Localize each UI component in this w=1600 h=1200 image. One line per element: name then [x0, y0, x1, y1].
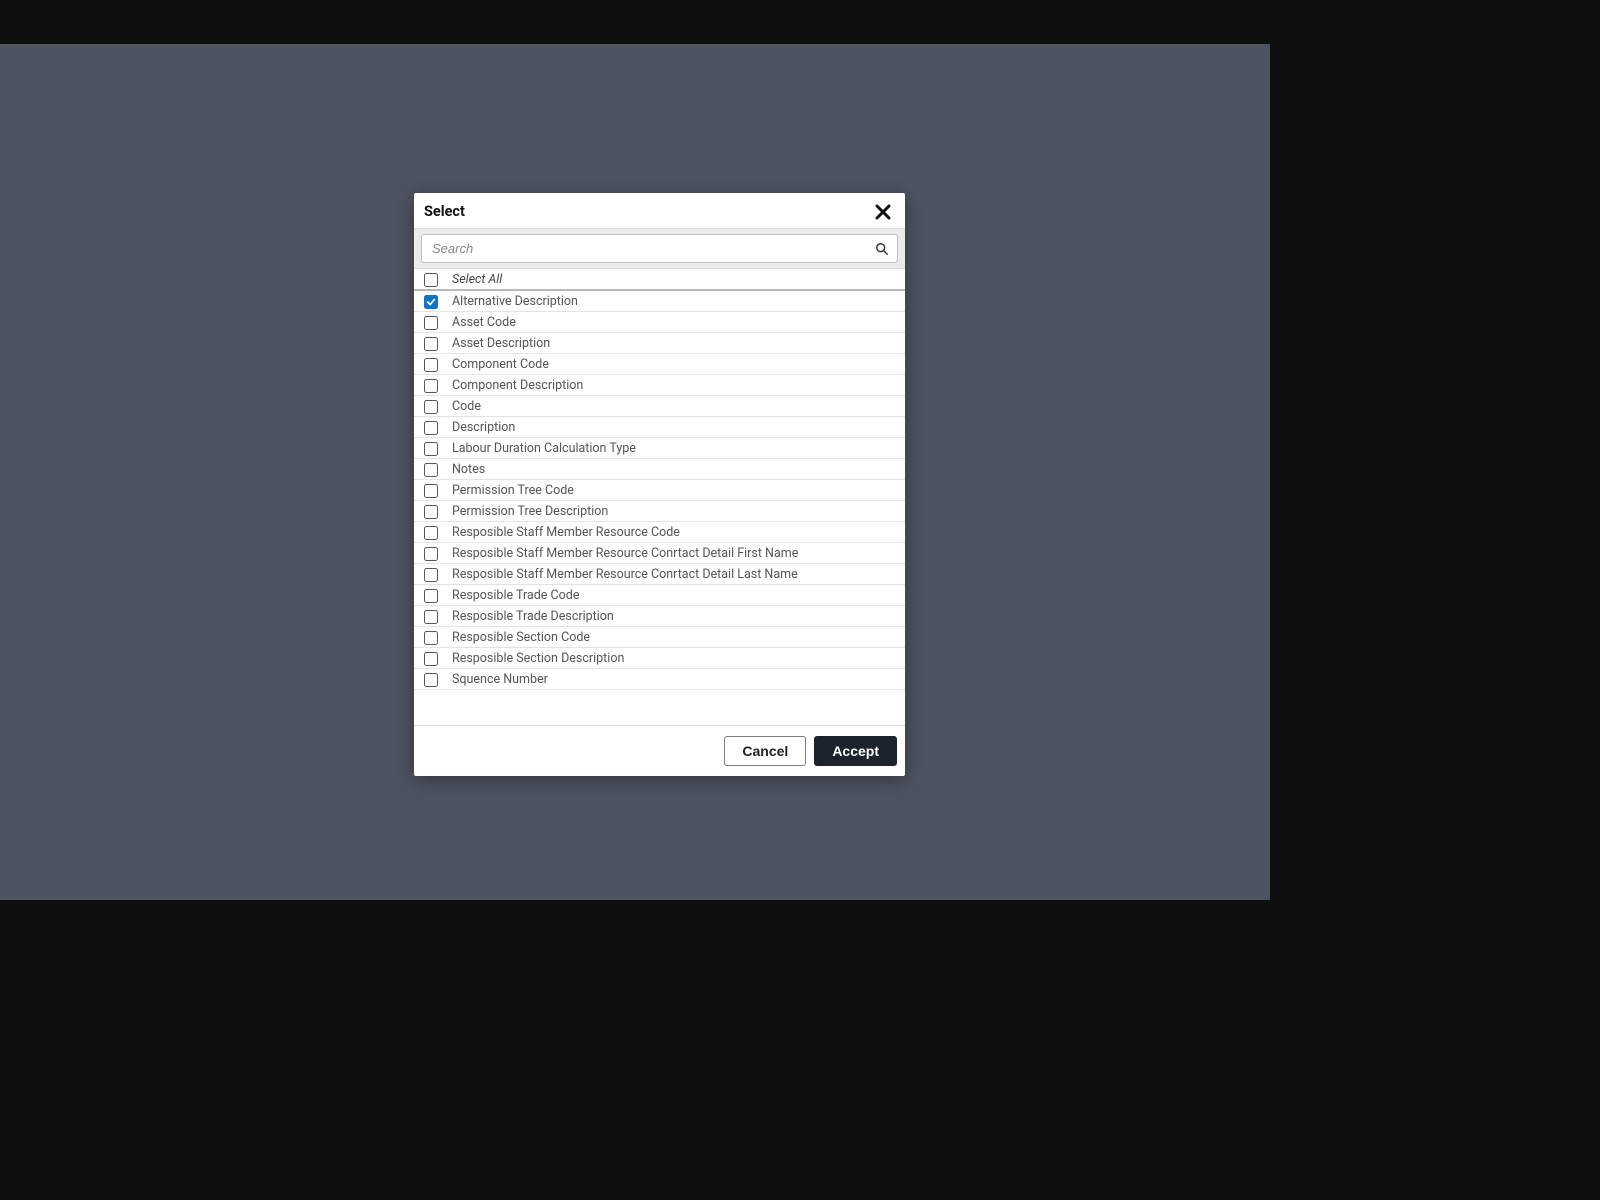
search-input[interactable] — [422, 241, 897, 256]
item-label: Resposible Staff Member Resource Conrtac… — [452, 546, 798, 561]
list-item[interactable]: Component Code — [414, 354, 905, 375]
modal-footer: Cancel Accept — [414, 725, 905, 776]
options-container: Alternative Description Asset Code Asset D… — [414, 291, 905, 690]
list-spacer — [414, 690, 905, 725]
modal-title: Select — [424, 203, 465, 220]
item-checkbox[interactable] — [424, 484, 438, 498]
options-list: Select All Alternative Description Asset … — [414, 268, 905, 725]
list-item[interactable]: Labour Duration Calculation Type — [414, 438, 905, 459]
item-label: Asset Code — [452, 315, 516, 330]
list-item[interactable]: Code — [414, 396, 905, 417]
item-checkbox[interactable] — [424, 358, 438, 372]
item-checkbox[interactable] — [424, 400, 438, 414]
item-checkbox[interactable] — [424, 505, 438, 519]
item-label: Resposible Section Code — [452, 630, 590, 645]
item-checkbox[interactable] — [424, 568, 438, 582]
list-item[interactable]: Resposible Section Description — [414, 648, 905, 669]
item-label: Description — [452, 420, 515, 435]
item-label: Component Code — [452, 357, 549, 372]
list-item[interactable]: Description — [414, 417, 905, 438]
accept-button[interactable]: Accept — [814, 736, 897, 766]
close-icon — [875, 208, 891, 223]
item-checkbox[interactable] — [424, 463, 438, 477]
list-item[interactable]: Asset Code — [414, 312, 905, 333]
item-label: Resposible Trade Code — [452, 588, 579, 603]
item-checkbox[interactable] — [424, 526, 438, 540]
list-item[interactable]: Asset Description — [414, 333, 905, 354]
item-checkbox[interactable] — [424, 442, 438, 456]
list-item[interactable]: Resposible Staff Member Resource Conrtac… — [414, 543, 905, 564]
item-label: Permission Tree Code — [452, 483, 574, 498]
select-all-checkbox[interactable] — [424, 273, 438, 287]
item-checkbox[interactable] — [424, 379, 438, 393]
item-checkbox[interactable] — [424, 610, 438, 624]
list-item[interactable]: Alternative Description — [414, 291, 905, 312]
item-checkbox[interactable] — [424, 316, 438, 330]
item-label: Labour Duration Calculation Type — [452, 441, 636, 456]
item-label: Asset Description — [452, 336, 550, 351]
search-wrapper — [421, 234, 898, 263]
list-item[interactable]: Resposible Trade Code — [414, 585, 905, 606]
list-item[interactable]: Permission Tree Code — [414, 480, 905, 501]
item-checkbox[interactable] — [424, 547, 438, 561]
item-checkbox[interactable] — [424, 295, 438, 309]
item-checkbox[interactable] — [424, 421, 438, 435]
search-bar — [414, 229, 905, 268]
item-label: Alternative Description — [452, 294, 578, 309]
select-modal: Select Select All Alternative Descriptio… — [414, 193, 905, 776]
list-item[interactable]: Notes — [414, 459, 905, 480]
item-checkbox[interactable] — [424, 589, 438, 603]
list-item[interactable]: Component Description — [414, 375, 905, 396]
item-label: Permission Tree Description — [452, 504, 608, 519]
select-all-row[interactable]: Select All — [414, 269, 905, 291]
modal-header: Select — [414, 193, 905, 229]
list-item[interactable]: Permission Tree Description — [414, 501, 905, 522]
item-checkbox[interactable] — [424, 337, 438, 351]
item-label: Resposible Section Description — [452, 651, 624, 666]
letterbox-bottom — [0, 900, 1270, 952]
item-label: Resposible Staff Member Resource Conrtac… — [452, 567, 798, 582]
item-label: Resposible Trade Description — [452, 609, 614, 624]
list-item[interactable]: Resposible Staff Member Resource Conrtac… — [414, 564, 905, 585]
letterbox-top — [0, 0, 1270, 44]
select-all-label: Select All — [452, 272, 502, 287]
item-label: Code — [452, 399, 481, 414]
item-checkbox[interactable] — [424, 631, 438, 645]
item-label: Notes — [452, 462, 485, 477]
cancel-button[interactable]: Cancel — [724, 736, 806, 766]
list-item[interactable]: Resposible Trade Description — [414, 606, 905, 627]
close-button[interactable] — [875, 204, 891, 220]
list-item[interactable]: Squence Number — [414, 669, 905, 690]
item-label: Resposible Staff Member Resource Code — [452, 525, 680, 540]
search-icon — [875, 242, 889, 256]
item-label: Component Description — [452, 378, 583, 393]
item-label: Squence Number — [452, 672, 548, 687]
item-checkbox[interactable] — [424, 652, 438, 666]
list-item[interactable]: Resposible Section Code — [414, 627, 905, 648]
list-item[interactable]: Resposible Staff Member Resource Code — [414, 522, 905, 543]
item-checkbox[interactable] — [424, 673, 438, 687]
